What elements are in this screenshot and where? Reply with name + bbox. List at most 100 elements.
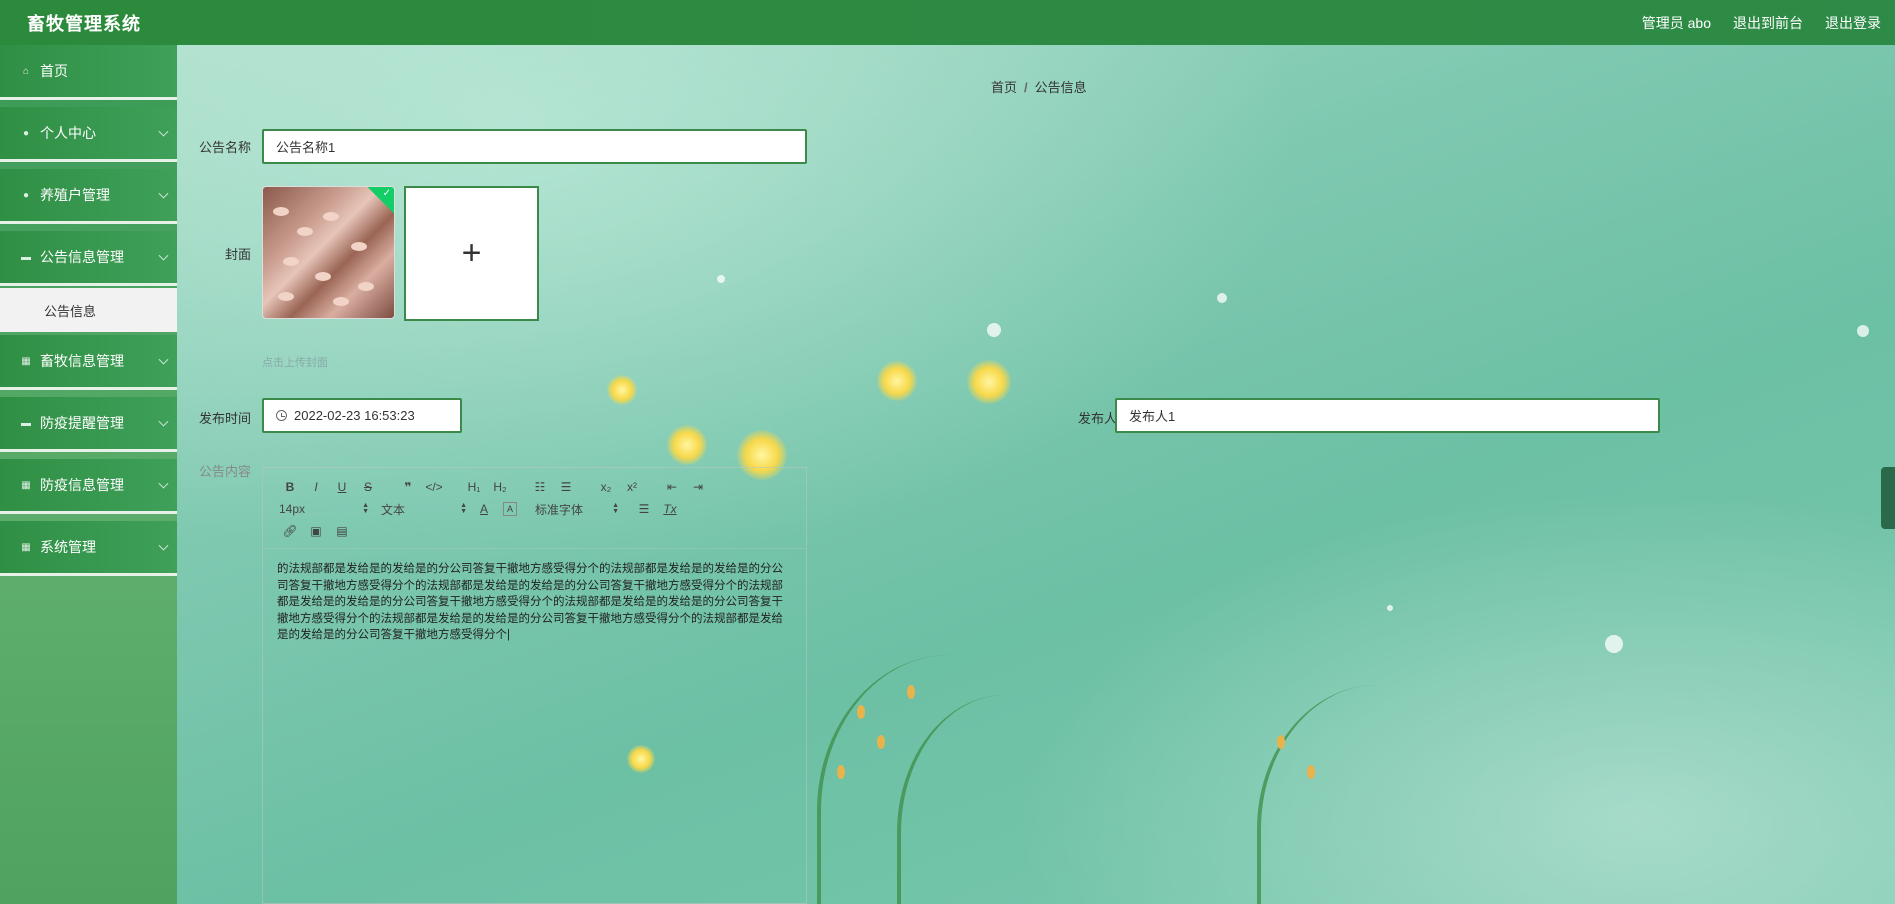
clear-format-icon[interactable]: Tx (657, 499, 683, 519)
user-icon: ● (22, 127, 30, 139)
content-label: 公告内容 (198, 464, 251, 479)
cover-label: 封面 (224, 247, 251, 262)
chevron-down-icon (158, 126, 169, 137)
sidebar-item-livestock-management[interactable]: ▦ 畜牧信息管理 (0, 335, 177, 390)
upload-button[interactable]: + (404, 186, 539, 321)
sidebar-item-home[interactable]: ⌂ 首页 (0, 45, 177, 100)
rich-text-editor: B I U S ❞ </> H₁ H₂ ☷ ☰ x₂ x² ⇤ ⇥ 14px ▲… (262, 467, 807, 904)
chevron-down-icon (158, 540, 169, 551)
sidebar: ⌂ 首页 ● 个人中心 ● 养殖户管理 ▬ 公告信息管理 公告信息 ▦ 畜牧信息… (0, 45, 177, 904)
chevron-down-icon (158, 416, 169, 427)
video-icon[interactable]: ▤ (329, 521, 355, 541)
sidebar-item-label: 公告信息管理 (40, 249, 124, 265)
pig-shape (358, 282, 374, 291)
cover-thumbnail[interactable]: ✓ (262, 186, 395, 319)
background-flower (967, 360, 1011, 404)
chevron-down-icon (158, 250, 169, 261)
font-family-value: 标准字体 (535, 502, 584, 517)
upload-hint: 点击上传封面 (262, 357, 328, 369)
publisher-label: 发布人 (1077, 411, 1117, 426)
outdent-icon[interactable]: ⇤ (659, 477, 685, 497)
paragraph-select[interactable]: 文本 ▲ ▼ (379, 501, 471, 518)
chevron-down-icon (158, 188, 169, 199)
side-drawer-toggle[interactable] (1881, 467, 1895, 529)
logout-link[interactable]: 退出登录 (1825, 13, 1881, 33)
breadcrumb-current: 公告信息 (1034, 80, 1087, 95)
background-grain (857, 705, 865, 719)
pig-shape (278, 292, 294, 301)
publish-time-label: 发布时间 (198, 411, 251, 426)
sidebar-item-epidemic-reminder[interactable]: ▬ 防疫提醒管理 (0, 397, 177, 452)
publish-time-value: 2022-02-23 16:53:23 (294, 408, 415, 423)
pig-shape (297, 227, 313, 236)
pig-shape (333, 297, 349, 306)
top-header: 畜牧管理系统 管理员 abo 退出到前台 退出登录 (0, 0, 1895, 45)
background-bubble (717, 275, 725, 283)
sidebar-item-farmer-management[interactable]: ● 养殖户管理 (0, 169, 177, 224)
pig-shape (315, 272, 331, 281)
editor-toolbar: B I U S ❞ </> H₁ H₂ ☷ ☰ x₂ x² ⇤ ⇥ 14px ▲… (263, 468, 806, 549)
publisher-input[interactable]: 发布人1 (1115, 398, 1660, 433)
font-size-value: 14px (279, 502, 306, 516)
subscript-icon[interactable]: x₂ (593, 477, 619, 497)
back-to-frontend-link[interactable]: 退出到前台 (1733, 13, 1803, 33)
heading2-icon[interactable]: H₂ (487, 477, 513, 497)
background-grain (877, 735, 885, 749)
name-label: 公告名称 (198, 140, 251, 155)
italic-icon[interactable]: I (303, 477, 329, 497)
superscript-icon[interactable]: x² (619, 477, 645, 497)
breadcrumb-separator: / (1024, 80, 1028, 95)
font-family-select[interactable]: 标准字体 ▲ ▼ (533, 501, 623, 518)
font-size-select[interactable]: 14px ▲ ▼ (277, 502, 373, 516)
indent-icon[interactable]: ⇥ (685, 477, 711, 497)
publish-time-picker[interactable]: 2022-02-23 16:53:23 (262, 398, 462, 433)
ordered-list-icon[interactable]: ☷ (527, 477, 553, 497)
underline-icon[interactable]: U (329, 477, 355, 497)
background-grain (1307, 765, 1315, 779)
breadcrumb-home[interactable]: 首页 (991, 80, 1017, 95)
sidebar-item-system-management[interactable]: ▦ 系统管理 (0, 521, 177, 576)
background-bubble (1857, 325, 1869, 337)
font-color-icon[interactable]: A (471, 499, 497, 519)
background-flower (877, 361, 917, 401)
sidebar-item-notice-management[interactable]: ▬ 公告信息管理 (0, 231, 177, 286)
submenu-item-notice-info[interactable]: 公告信息 (0, 288, 177, 332)
background-bubble (1387, 605, 1393, 611)
image-icon[interactable]: ▣ (303, 521, 329, 541)
background-bubble (1217, 293, 1227, 303)
sidebar-item-label: 防疫提醒管理 (40, 415, 124, 431)
grid-icon: ▦ (21, 479, 31, 491)
clock-icon (276, 410, 287, 421)
editor-content[interactable]: 的法规部都是发给是的发给是的分公司答复干撤地方感受得分个的法规部都是发给是的发给… (263, 549, 806, 656)
pig-shape (283, 257, 299, 266)
chevron-down-icon (158, 354, 169, 365)
grid-icon: ▦ (21, 355, 31, 367)
name-input[interactable]: 公告名称1 (262, 129, 807, 164)
sidebar-item-epidemic-info[interactable]: ▦ 防疫信息管理 (0, 459, 177, 514)
code-block-icon[interactable]: </> (421, 477, 447, 497)
header-actions: 管理员 abo 退出到前台 退出登录 (1642, 13, 1881, 33)
background-grain (837, 765, 845, 779)
pig-shape (273, 207, 289, 216)
select-arrows-icon: ▲ ▼ (362, 502, 369, 515)
bullet-list-icon[interactable]: ☰ (553, 477, 579, 497)
bold-icon[interactable]: B (277, 477, 303, 497)
heading1-icon[interactable]: H₁ (461, 477, 487, 497)
background-bubble (1605, 635, 1623, 653)
notice-icon: ▬ (21, 417, 31, 429)
sidebar-item-personal-center[interactable]: ● 个人中心 (0, 107, 177, 162)
align-icon[interactable]: ☰ (631, 499, 657, 519)
background-bubble (987, 323, 1001, 337)
breadcrumb: 首页 / 公告信息 (991, 77, 1087, 96)
paragraph-value: 文本 (381, 502, 406, 517)
strikethrough-icon[interactable]: S (355, 477, 381, 497)
sidebar-item-label: 畜牧信息管理 (40, 353, 124, 369)
sidebar-item-label: 个人中心 (40, 125, 96, 141)
home-icon: ⌂ (22, 65, 30, 77)
grid-icon: ▦ (21, 541, 31, 553)
link-icon[interactable]: 🔗︎ (277, 521, 303, 541)
blockquote-icon[interactable]: ❞ (395, 477, 421, 497)
check-icon: ✓ (382, 188, 391, 199)
background-color-icon[interactable]: A (503, 502, 517, 516)
select-arrows-icon: ▲ ▼ (612, 502, 619, 515)
